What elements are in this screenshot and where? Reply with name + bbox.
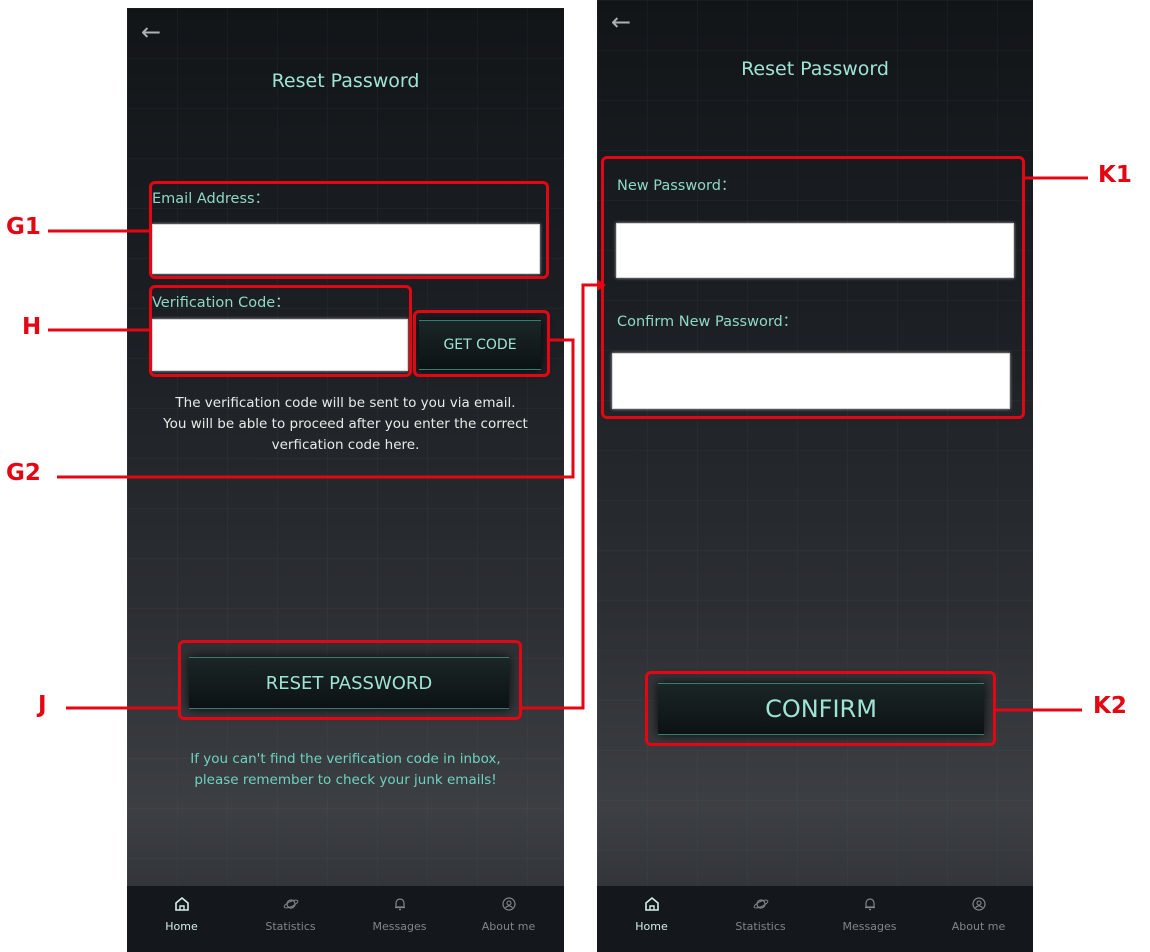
annotation-label-k1: K1 [1098,162,1132,188]
annotation-connector-lines [48,176,1088,712]
connector-g2 [57,338,575,479]
annotation-label-j: J [38,692,47,718]
connector-to-k1 [522,283,597,710]
annotation-label-g1: G1 [6,214,41,240]
annotation-label-h: H [22,314,42,340]
annotation-label-k2: K2 [1093,693,1127,719]
annotation-label-g2: G2 [6,460,41,486]
arrowhead-icon [597,279,606,291]
